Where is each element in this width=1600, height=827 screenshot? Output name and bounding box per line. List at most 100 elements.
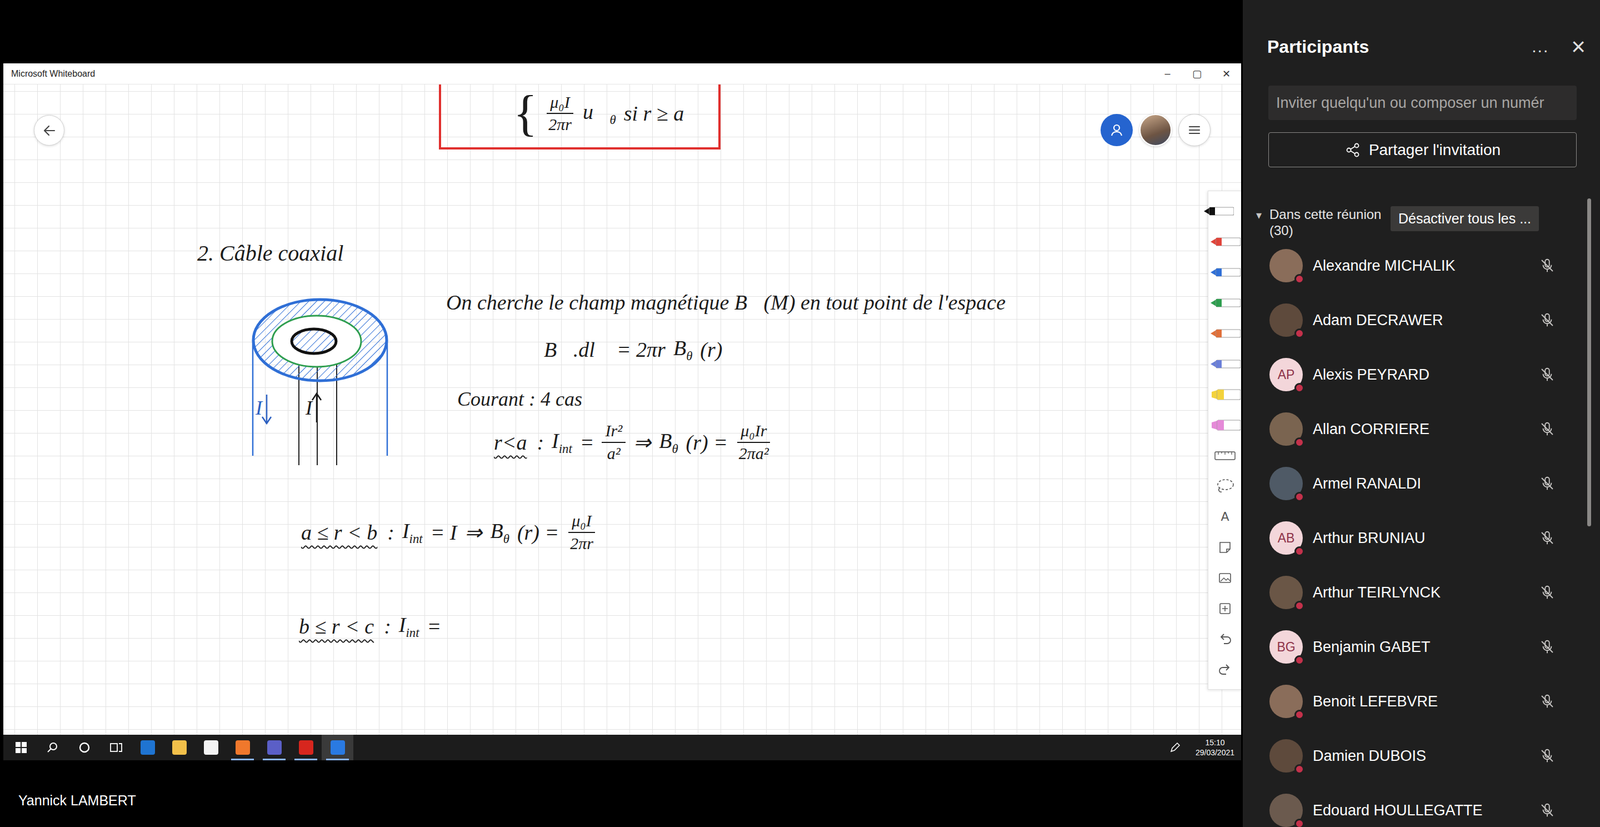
toolbar-tool[interactable]: [1208, 470, 1242, 502]
mic-off-icon[interactable]: [1538, 257, 1556, 274]
running-indicator: [231, 758, 254, 760]
toolbar-tool[interactable]: [1208, 287, 1242, 318]
taskbar-app[interactable]: [195, 734, 227, 760]
circulation-formula: ∮ B⃗.dl⃗ = 2πrBθ(r): [522, 335, 723, 364]
mic-off-icon[interactable]: [1538, 638, 1556, 655]
close-button[interactable]: ×: [1571, 34, 1586, 59]
participant-row[interactable]: Benoit LEFEBVRE: [1242, 673, 1600, 729]
pen-icon: [1209, 235, 1241, 248]
mic-off-icon[interactable]: [1538, 366, 1556, 383]
clock-date: 29/03/2021: [1195, 747, 1235, 758]
scrollbar[interactable]: [1587, 198, 1592, 527]
participant-row[interactable]: BGBenjamin GABET: [1242, 619, 1600, 674]
toolbar-tool[interactable]: [1208, 653, 1242, 685]
taskbar-app[interactable]: [131, 734, 164, 760]
participant-name: Arthur BRUNIAU: [1312, 529, 1539, 547]
start-button[interactable]: [5, 734, 37, 760]
formula-fraction: μ₀I2πr: [545, 92, 575, 135]
presence-dot: [1294, 818, 1305, 827]
participant-name: Benjamin GABET: [1312, 638, 1539, 656]
formula-text: (r): [700, 337, 723, 362]
search-button[interactable]: [36, 734, 69, 760]
section-heading: 2. Câble coaxial: [197, 240, 344, 267]
result-box: {μ₀I2πru⃗θsi r ≥ a: [438, 84, 721, 150]
share-invitation-button[interactable]: Partager l'invitation: [1268, 132, 1577, 168]
toolbar-tool[interactable]: [1208, 623, 1242, 654]
participant-avatar: [1269, 738, 1303, 773]
toolbar-tool[interactable]: [1208, 348, 1242, 379]
invite-input[interactable]: [1268, 85, 1577, 120]
mic-off-icon[interactable]: [1538, 529, 1556, 547]
current-label: I: [305, 393, 322, 423]
expand-caret[interactable]: ▾: [1256, 208, 1265, 222]
toolbar-tool[interactable]: [1208, 592, 1242, 624]
participant-row[interactable]: APAlexis PEYRARD: [1242, 347, 1600, 402]
toolbar-tool[interactable]: [1208, 562, 1242, 593]
taskbar-app[interactable]: [258, 734, 290, 760]
window-control[interactable]: –: [1152, 67, 1183, 80]
clock[interactable]: 15:1029/03/2021: [1191, 734, 1242, 760]
participant-row[interactable]: Armel RANALDI: [1242, 456, 1600, 511]
menu-button[interactable]: [1178, 113, 1211, 147]
toolbar-tool[interactable]: [1208, 226, 1242, 257]
coaxial-cable-drawing: II: [250, 296, 390, 465]
svg-text:I: I: [305, 396, 314, 419]
section-header[interactable]: ▾Dans cette réunion(30)Désactiver tous l…: [1242, 206, 1600, 239]
mic-off-icon[interactable]: [1538, 311, 1556, 329]
mute-all-button[interactable]: Désactiver tous les ...: [1390, 206, 1539, 232]
presence-dot: [1294, 546, 1305, 557]
mic-off-icon[interactable]: [1538, 475, 1556, 492]
task-view-button[interactable]: [100, 734, 132, 760]
toolbar-tool[interactable]: [1208, 531, 1242, 563]
window-control[interactable]: ✕: [1211, 67, 1242, 80]
participant-avatar: [1269, 793, 1303, 827]
window-control[interactable]: ▢: [1182, 67, 1212, 80]
participant-row[interactable]: Alexandre MICHALIK: [1242, 238, 1600, 293]
participant-row[interactable]: Arthur TEIRLYNCK: [1242, 565, 1600, 620]
mic-off-icon[interactable]: [1538, 692, 1556, 710]
toolbar-tool[interactable]: [1208, 440, 1242, 471]
pen-workspace-button[interactable]: [1159, 734, 1192, 760]
pen-icon: [1209, 327, 1241, 340]
mic-off-icon[interactable]: [1538, 420, 1556, 438]
participant-row[interactable]: Adam DECRAWER: [1242, 292, 1600, 348]
participant-name: Armel RANALDI: [1312, 475, 1539, 493]
taskbar-app[interactable]: [290, 734, 322, 760]
participant-name: Alexis PEYRARD: [1312, 366, 1539, 384]
screen: Microsoft Whiteboard–▢✕{μ₀I2πru⃗θsi r ≥ …: [0, 0, 1600, 827]
taskbar-app[interactable]: [163, 734, 195, 760]
app-icon: [298, 740, 314, 755]
toolbar-tool[interactable]: [1202, 195, 1242, 227]
participant-row[interactable]: ABArthur BRUNIAU: [1242, 510, 1600, 565]
whiteboard-canvas[interactable]: {μ₀I2πru⃗θsi r ≥ a2. Câble coaxialIIOn c…: [3, 84, 1242, 735]
user-avatar[interactable]: [1139, 113, 1172, 147]
participant-row[interactable]: Edouard HOULLEGATTE: [1242, 782, 1600, 827]
mic-off-icon[interactable]: [1538, 801, 1556, 819]
panel-title: Participants: [1267, 36, 1532, 58]
participant-row[interactable]: Damien DUBOIS: [1242, 728, 1600, 783]
taskbar-app[interactable]: [321, 734, 354, 760]
mic-off-icon[interactable]: [1538, 747, 1556, 764]
formula-symbol: u⃗θ: [582, 99, 617, 128]
mic-off-icon[interactable]: [1538, 583, 1556, 601]
back-button[interactable]: [33, 115, 65, 146]
app-icon: [330, 740, 345, 755]
formula-text: ⇒: [464, 520, 483, 545]
toolbar-tool[interactable]: [1208, 256, 1242, 288]
insert-icon: [1217, 600, 1233, 617]
current-label: I: [255, 394, 272, 424]
pen-icon: [1169, 741, 1181, 753]
taskbar-app[interactable]: [226, 734, 259, 760]
toolbar-tool[interactable]: [1208, 409, 1242, 440]
toolbar-tool[interactable]: [1208, 317, 1242, 349]
cortana-button[interactable]: [68, 734, 100, 760]
undo-icon: [1217, 631, 1233, 647]
toolbar-tool[interactable]: [1208, 378, 1242, 410]
formula-text: (r) =: [517, 520, 559, 545]
formula-symbol: Bθ: [673, 335, 693, 364]
toolbar-tool[interactable]: A: [1208, 501, 1242, 532]
image-icon: [1217, 570, 1233, 586]
invite-button[interactable]: [1100, 113, 1133, 147]
more-options-button[interactable]: ...: [1531, 37, 1549, 57]
participant-row[interactable]: Allan CORRIERE: [1242, 401, 1600, 457]
